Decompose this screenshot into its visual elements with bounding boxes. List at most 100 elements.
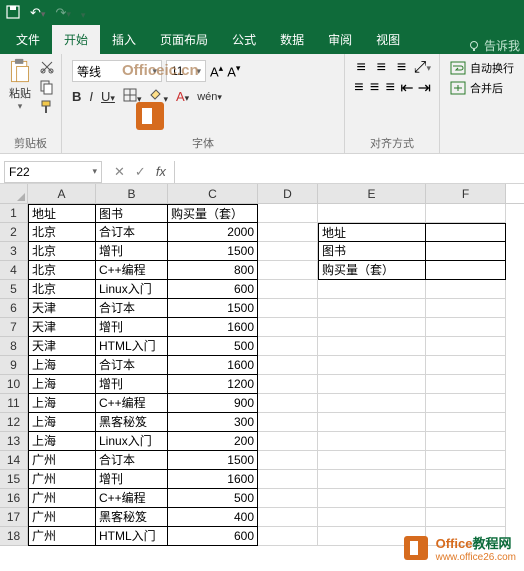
tab-layout[interactable]: 页面布局	[148, 25, 220, 54]
row-header[interactable]: 14	[0, 451, 28, 470]
decrease-font-icon[interactable]: A▾	[227, 63, 240, 79]
cell[interactable]	[426, 204, 506, 223]
cell[interactable]: 增刊	[96, 318, 168, 337]
cell[interactable]: 1600	[168, 318, 258, 337]
align-center-icon[interactable]: ≡	[369, 80, 381, 96]
cell[interactable]	[426, 432, 506, 451]
cell[interactable]	[258, 261, 318, 280]
cell[interactable]	[318, 356, 426, 375]
cell[interactable]	[258, 280, 318, 299]
cell[interactable]: 800	[168, 261, 258, 280]
cell[interactable]: 广州	[28, 489, 96, 508]
cell[interactable]	[258, 470, 318, 489]
col-header-d[interactable]: D	[258, 184, 318, 203]
indent-decrease-icon[interactable]: ⇤	[400, 80, 413, 96]
cell[interactable]	[258, 527, 318, 546]
cell[interactable]: 合订本	[96, 299, 168, 318]
cell[interactable]: 200	[168, 432, 258, 451]
cell[interactable]	[258, 337, 318, 356]
align-right-icon[interactable]: ≡	[384, 80, 396, 96]
border-button[interactable]: ▾	[123, 88, 142, 105]
cancel-icon[interactable]: ✕	[114, 164, 125, 180]
cell[interactable]	[426, 375, 506, 394]
cell[interactable]: 图书	[96, 204, 168, 223]
bold-button[interactable]: B	[72, 89, 81, 104]
cell[interactable]	[426, 337, 506, 356]
paste-button[interactable]: 粘贴 ▾	[6, 58, 34, 112]
col-header-f[interactable]: F	[426, 184, 506, 203]
cell[interactable]	[426, 261, 506, 280]
cell[interactable]	[258, 223, 318, 242]
cell[interactable]: 增刊	[96, 242, 168, 261]
align-bottom-icon[interactable]: ≡	[393, 60, 409, 76]
cell[interactable]: 黑客秘笈	[96, 413, 168, 432]
cell[interactable]: 合订本	[96, 223, 168, 242]
cell[interactable]	[318, 375, 426, 394]
enter-icon[interactable]: ✓	[135, 164, 146, 180]
phonetic-button[interactable]: wén▾	[197, 91, 222, 103]
cell[interactable]: 500	[168, 337, 258, 356]
cell[interactable]	[318, 299, 426, 318]
cell[interactable]: 广州	[28, 470, 96, 489]
wrap-text-button[interactable]: 自动换行	[450, 60, 514, 76]
row-header[interactable]: 18	[0, 527, 28, 546]
cell[interactable]: 1500	[168, 299, 258, 318]
tab-insert[interactable]: 插入	[100, 25, 148, 54]
cell[interactable]	[258, 508, 318, 527]
align-top-icon[interactable]: ≡	[353, 60, 369, 76]
align-middle-icon[interactable]: ≡	[373, 60, 389, 76]
cell[interactable]: 上海	[28, 356, 96, 375]
cell[interactable]	[426, 508, 506, 527]
cell[interactable]: C++编程	[96, 489, 168, 508]
redo-icon[interactable]: ↷▾	[55, 5, 70, 21]
cell[interactable]: 1500	[168, 242, 258, 261]
cell[interactable]: 广州	[28, 527, 96, 546]
cell[interactable]: 北京	[28, 280, 96, 299]
cell[interactable]	[258, 394, 318, 413]
cell[interactable]: 600	[168, 527, 258, 546]
row-header[interactable]: 2	[0, 223, 28, 242]
cell[interactable]: 合订本	[96, 451, 168, 470]
cell[interactable]	[426, 470, 506, 489]
fill-color-button[interactable]: ▾	[149, 88, 168, 105]
cell[interactable]	[426, 280, 506, 299]
font-size-select[interactable]: 11▾	[166, 60, 206, 82]
cell[interactable]: HTML入门	[96, 337, 168, 356]
cell[interactable]	[318, 204, 426, 223]
cell[interactable]: 广州	[28, 451, 96, 470]
col-header-b[interactable]: B	[96, 184, 168, 203]
fx-icon[interactable]: fx	[156, 164, 166, 180]
underline-button[interactable]: U▾	[101, 89, 115, 104]
cell[interactable]: 1600	[168, 356, 258, 375]
cell[interactable]: 上海	[28, 413, 96, 432]
cell[interactable]: 购买量（套）	[318, 261, 426, 280]
row-header[interactable]: 9	[0, 356, 28, 375]
cell[interactable]: 上海	[28, 394, 96, 413]
tab-data[interactable]: 数据	[268, 25, 316, 54]
row-header[interactable]: 17	[0, 508, 28, 527]
tab-formula[interactable]: 公式	[220, 25, 268, 54]
cell[interactable]	[426, 223, 506, 242]
cell[interactable]: 地址	[318, 223, 426, 242]
cell[interactable]	[426, 299, 506, 318]
cell[interactable]: HTML入门	[96, 527, 168, 546]
row-header[interactable]: 8	[0, 337, 28, 356]
cell[interactable]	[258, 318, 318, 337]
cell[interactable]: 1600	[168, 470, 258, 489]
cell[interactable]	[318, 413, 426, 432]
cell[interactable]: 2000	[168, 223, 258, 242]
cell[interactable]	[258, 356, 318, 375]
row-header[interactable]: 1	[0, 204, 28, 223]
cell[interactable]: 天津	[28, 337, 96, 356]
cell[interactable]: C++编程	[96, 394, 168, 413]
cell[interactable]	[318, 470, 426, 489]
row-header[interactable]: 3	[0, 242, 28, 261]
cell[interactable]: 上海	[28, 375, 96, 394]
cell[interactable]	[258, 242, 318, 261]
tab-view[interactable]: 视图	[364, 25, 412, 54]
cell[interactable]	[318, 318, 426, 337]
cell[interactable]: 增刊	[96, 470, 168, 489]
cell[interactable]	[258, 204, 318, 223]
cell[interactable]: 黑客秘笈	[96, 508, 168, 527]
cell[interactable]	[426, 451, 506, 470]
